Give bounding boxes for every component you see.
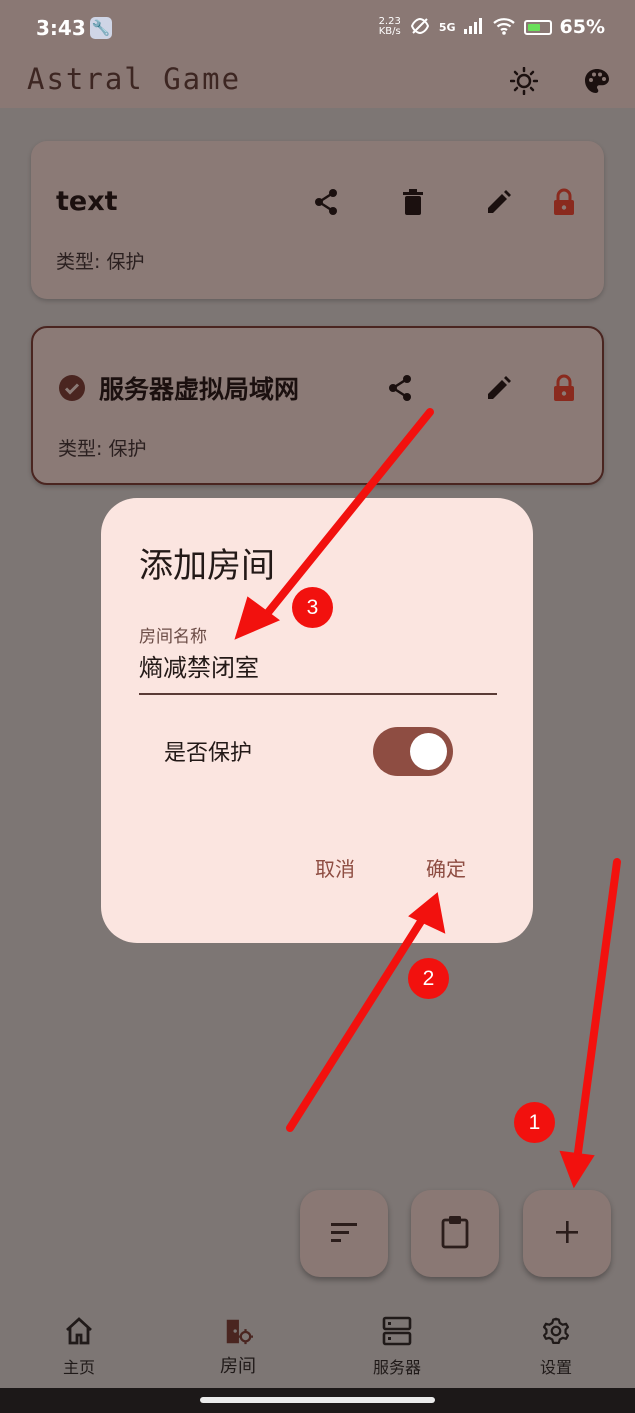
arrow-1-head — [559, 1150, 595, 1189]
paste-button[interactable] — [411, 1190, 499, 1277]
signal-icon — [463, 17, 484, 37]
server-icon — [382, 1315, 412, 1347]
lock-icon[interactable] — [549, 373, 579, 403]
app-bar: Astral Game — [0, 56, 635, 108]
share-icon[interactable] — [385, 373, 415, 403]
system-nav-bar — [0, 1388, 635, 1413]
palette-icon[interactable] — [580, 64, 614, 98]
battery-icon — [523, 19, 552, 35]
add-room-dialog: 添加房间 房间名称 熵减禁闭室 是否保护 取消 确定 — [101, 498, 533, 943]
app-title: Astral Game — [27, 62, 242, 96]
room-icon — [223, 1315, 253, 1347]
nav-item-rooms[interactable]: 房间 — [178, 1305, 298, 1388]
room-type: 类型: 保护 — [56, 251, 145, 273]
edit-icon[interactable] — [484, 373, 514, 403]
nav-label-rooms: 房间 — [220, 1356, 256, 1377]
share-icon[interactable] — [311, 187, 341, 217]
input-underline — [139, 693, 497, 695]
lock-icon[interactable] — [549, 187, 579, 217]
room-card[interactable]: text 类型: 保护 — [31, 141, 604, 299]
dialog-title: 添加房间 — [139, 546, 275, 586]
nav-item-servers[interactable]: 服务器 — [337, 1305, 457, 1388]
bottom-navigation: 主页 房间 服务器 设置 — [0, 1305, 635, 1388]
annotation-badge-3: 3 — [292, 587, 333, 628]
net-speed-unit: KB/s — [378, 26, 401, 37]
sort-button[interactable] — [300, 1190, 388, 1277]
room-name: 服务器虚拟局域网 — [99, 375, 300, 404]
home-indicator[interactable] — [200, 1397, 435, 1403]
delete-icon[interactable] — [398, 187, 428, 217]
check-circle-icon — [57, 373, 87, 403]
settings-icon — [541, 1315, 571, 1347]
sort-icon — [329, 1221, 359, 1247]
edit-icon[interactable] — [484, 187, 514, 217]
wrench-icon: 🔧 — [90, 17, 112, 39]
status-indicators: 2.23 KB/s 5G 65% — [379, 16, 605, 38]
nav-item-home[interactable]: 主页 — [19, 1305, 139, 1388]
brightness-icon[interactable] — [507, 64, 541, 98]
room-type: 类型: 保护 — [58, 438, 147, 460]
annotation-badge-1: 1 — [514, 1102, 555, 1143]
room-name-input[interactable]: 熵减禁闭室 — [139, 648, 259, 683]
clipboard-icon — [441, 1215, 469, 1253]
status-time: 3:43 — [36, 16, 86, 40]
confirm-button[interactable]: 确定 — [426, 853, 466, 882]
net-speed: 2.23 KB/s — [379, 17, 401, 37]
status-bar: 3:43 🔧 2.23 KB/s 5G 65% — [0, 0, 635, 56]
nav-item-settings[interactable]: 设置 — [496, 1305, 616, 1388]
mute-icon — [409, 17, 431, 38]
arrow-1-line — [573, 858, 621, 1164]
nav-label-settings: 设置 — [539, 1358, 572, 1377]
add-icon — [555, 1220, 579, 1248]
toggle-knob — [410, 733, 447, 770]
nav-label-servers: 服务器 — [372, 1358, 421, 1377]
room-name-label: 房间名称 — [139, 627, 207, 647]
annotation-badge-2: 2 — [408, 958, 449, 999]
protect-toggle[interactable] — [373, 727, 453, 776]
room-name: text — [56, 186, 118, 217]
home-icon — [64, 1315, 94, 1347]
arrow-2-line — [286, 911, 429, 1132]
wifi-icon — [492, 17, 516, 38]
battery-level: 65% — [559, 16, 605, 38]
room-card-selected[interactable]: 服务器虚拟局域网 类型: 保护 — [31, 326, 604, 485]
protect-label: 是否保护 — [164, 741, 253, 766]
signal-label: 5G — [438, 20, 456, 34]
add-room-button[interactable] — [523, 1190, 611, 1277]
cancel-button[interactable]: 取消 — [315, 853, 355, 882]
nav-label-home: 主页 — [62, 1358, 95, 1377]
